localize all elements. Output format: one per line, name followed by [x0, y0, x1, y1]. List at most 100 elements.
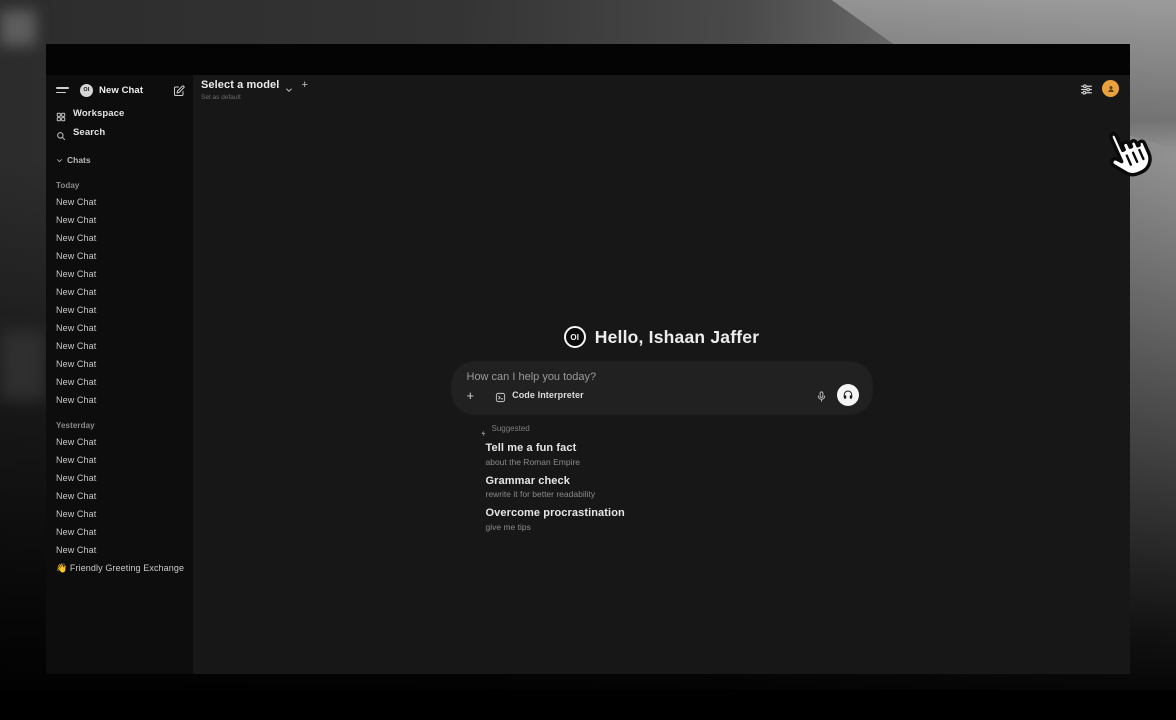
chat-list-item[interactable]: New Chat: [56, 265, 187, 283]
desktop-bottom-bar: [0, 690, 1176, 720]
prompt-subtitle: about the Roman Empire: [486, 457, 872, 467]
app-window: OI New Chat Workspace Search Chats: [46, 44, 1130, 674]
attach-plus-button[interactable]: +: [467, 389, 475, 402]
chat-list-item[interactable]: New Chat: [56, 487, 187, 505]
desktop-background-patch: [0, 10, 36, 46]
microphone-icon[interactable]: [816, 389, 827, 402]
chat-list-item[interactable]: New Chat: [56, 355, 187, 373]
input-toolbar: + Code Interpreter: [467, 384, 859, 406]
code-interpreter-label: Code Interpreter: [512, 390, 584, 400]
chat-title: New Chat: [56, 305, 96, 315]
chat-title: Yesterday: [56, 421, 95, 430]
suggested-header: Suggested: [480, 421, 872, 435]
chat-title: New Chat: [56, 545, 96, 555]
suggested-prompt[interactable]: Overcome procrastination give me tips: [480, 503, 872, 536]
set-as-default-button[interactable]: Set as default: [201, 94, 308, 101]
chat-list-item[interactable]: New Chat: [56, 283, 187, 301]
headphones-icon: [842, 389, 854, 401]
chat-title: New Chat: [56, 455, 96, 465]
chat-title: New Chat: [56, 341, 96, 351]
workspace-grid-icon: [56, 109, 66, 119]
chat-list-item[interactable]: New Chat: [56, 391, 187, 409]
sidebar-item-workspace[interactable]: Workspace: [56, 104, 187, 123]
chat-title: New Chat: [56, 233, 96, 243]
controls-sliders-icon[interactable]: [1080, 83, 1093, 95]
sidebar-toggle-icon[interactable]: [56, 87, 69, 93]
voice-call-button[interactable]: [837, 384, 859, 406]
sidebar: OI New Chat Workspace Search Chats: [46, 75, 193, 674]
chat-title: New Chat: [56, 395, 96, 405]
chat-list-item[interactable]: New Chat: [56, 505, 187, 523]
chat-title: New Chat: [56, 269, 96, 279]
chat-list-item[interactable]: New Chat: [56, 319, 187, 337]
chat-list-item[interactable]: New Chat: [56, 469, 187, 487]
chat-title: New Chat: [56, 473, 96, 483]
chat-title: New Chat: [56, 197, 96, 207]
greeting-row: OI Hello, Ishaan Jaffer: [564, 326, 759, 348]
main-pane: Select a model + Set as default OI Hello…: [193, 75, 1130, 674]
prompt-title: Tell me a fun fact: [486, 442, 872, 454]
chats-label: Chats: [67, 155, 91, 165]
desktop-background-patch: [0, 330, 46, 400]
chat-list-item[interactable]: New Chat: [56, 337, 187, 355]
chat-title: New Chat: [56, 287, 96, 297]
chat-list-item[interactable]: New Chat: [56, 193, 187, 211]
chat-list-item[interactable]: New Chat: [56, 541, 187, 559]
suggested-prompt[interactable]: Tell me a fun fact about the Roman Empir…: [480, 438, 872, 471]
search-label: Search: [73, 127, 105, 138]
code-interpreter-toggle[interactable]: Code Interpreter: [495, 390, 584, 401]
chat-list-item[interactable]: New Chat: [56, 247, 187, 265]
user-avatar[interactable]: [1102, 80, 1119, 97]
model-selector-label: Select a model: [201, 79, 279, 91]
chat-list: Today New Chat New Chat New Chat New Cha…: [56, 169, 187, 577]
top-right-controls: [1080, 80, 1119, 97]
chat-input-card: + Code Interpreter: [452, 362, 872, 414]
suggested-label: Suggested: [492, 424, 530, 433]
search-icon: [56, 128, 66, 138]
prompt-subtitle: give me tips: [486, 522, 872, 532]
app-logo-icon: OI: [80, 84, 93, 97]
chat-title: New Chat: [56, 437, 96, 447]
suggested-section: Suggested Tell me a fun fact about the R…: [452, 421, 872, 536]
chat-list-item[interactable]: New Chat: [56, 433, 187, 451]
suggested-prompt-list: Tell me a fun fact about the Roman Empir…: [480, 438, 872, 536]
chat-list-item[interactable]: New Chat: [56, 211, 187, 229]
chat-title: Today: [56, 181, 79, 190]
chat-list-item: Today: [56, 178, 187, 193]
chat-title: New Chat: [56, 491, 96, 501]
model-header: Select a model + Set as default: [201, 79, 308, 101]
chat-title: 👋 Friendly Greeting Exchange: [56, 563, 184, 574]
chat-input[interactable]: [467, 371, 859, 383]
bolt-icon: [480, 424, 487, 433]
chat-list-item[interactable]: New Chat: [56, 229, 187, 247]
chat-list-item[interactable]: New Chat: [56, 373, 187, 391]
prompt-subtitle: rewrite it for better readability: [486, 489, 872, 499]
suggested-prompt[interactable]: Grammar check rewrite it for better read…: [480, 471, 872, 504]
chat-list-item[interactable]: 👋 Friendly Greeting Exchange: [56, 559, 187, 577]
greeting-text: Hello, Ishaan Jaffer: [595, 327, 759, 348]
welcome-area: OI Hello, Ishaan Jaffer + Code Interpret…: [193, 326, 1130, 536]
app-logo-icon: OI: [564, 326, 586, 348]
chats-section-toggle[interactable]: Chats: [56, 153, 187, 167]
workspace-label: Workspace: [73, 108, 124, 119]
chat-list-item[interactable]: New Chat: [56, 301, 187, 319]
window-titlebar: [46, 44, 1130, 75]
chevron-down-icon: [56, 157, 63, 164]
chat-title: New Chat: [56, 251, 96, 261]
new-chat-edit-icon[interactable]: [173, 84, 185, 96]
chat-title: New Chat: [56, 359, 96, 369]
chat-list-item[interactable]: New Chat: [56, 451, 187, 469]
add-model-button[interactable]: +: [301, 80, 307, 91]
prompt-title: Grammar check: [486, 475, 872, 487]
chat-title: New Chat: [56, 215, 96, 225]
code-interpreter-icon: [495, 390, 506, 401]
chat-list-item[interactable]: New Chat: [56, 523, 187, 541]
chat-list-item: Yesterday: [56, 418, 187, 433]
sidebar-item-search[interactable]: Search: [56, 123, 187, 142]
sidebar-header: OI New Chat: [56, 81, 187, 99]
model-selector[interactable]: Select a model +: [201, 79, 308, 91]
chat-title: New Chat: [56, 377, 96, 387]
chat-title: New Chat: [56, 509, 96, 519]
chat-title: New Chat: [56, 527, 96, 537]
input-toolbar-right: [816, 384, 859, 406]
